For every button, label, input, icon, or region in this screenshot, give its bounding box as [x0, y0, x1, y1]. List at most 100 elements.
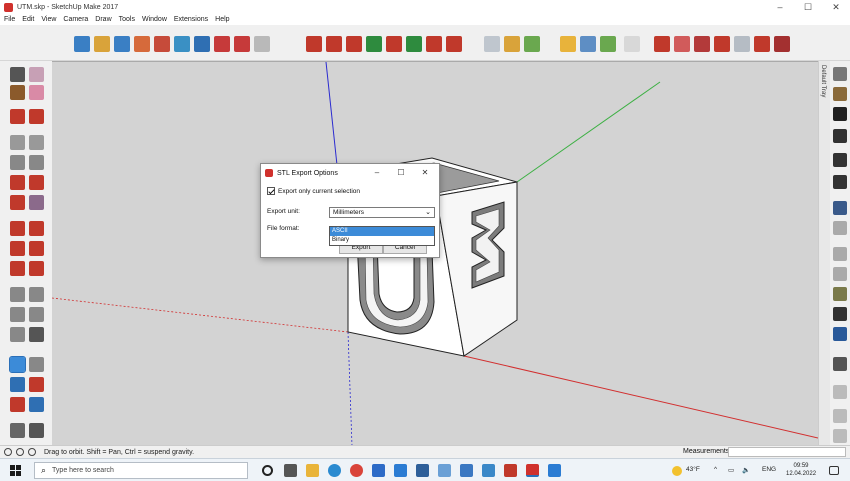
axes-tool-icon[interactable] — [174, 36, 190, 52]
pan-icon[interactable] — [29, 357, 44, 372]
menu-draw[interactable]: Draw — [95, 16, 111, 23]
tape-icon[interactable] — [10, 287, 25, 302]
notifications-icon[interactable] — [829, 466, 839, 475]
getting-started-icon[interactable] — [74, 36, 90, 52]
export-selection-checkbox[interactable] — [267, 187, 275, 195]
text-icon[interactable] — [29, 307, 44, 322]
scene-1-icon[interactable] — [833, 357, 847, 371]
geo-location-icon[interactable] — [4, 448, 12, 456]
warehouse-icon[interactable] — [654, 36, 670, 52]
extension-warehouse-icon[interactable] — [694, 36, 710, 52]
export-unit-select[interactable]: Millimeters ⌄ — [329, 207, 435, 218]
back-view-icon[interactable] — [386, 36, 402, 52]
style-5-icon[interactable] — [833, 287, 847, 301]
line-tool-icon[interactable] — [10, 109, 25, 124]
xray-icon[interactable] — [484, 36, 500, 52]
shaded-textures-icon[interactable] — [580, 36, 596, 52]
user-icon[interactable] — [28, 448, 36, 456]
front-view-icon[interactable] — [346, 36, 362, 52]
circle-icon[interactable] — [10, 155, 25, 170]
zoom-window-icon[interactable] — [29, 377, 44, 392]
scale-icon[interactable] — [10, 261, 25, 276]
side-house-icon[interactable] — [833, 153, 847, 167]
axes-icon[interactable] — [10, 327, 25, 342]
scene-3-icon[interactable] — [833, 409, 847, 423]
follow-me-icon[interactable] — [29, 241, 44, 256]
dimension-icon[interactable] — [134, 36, 150, 52]
push-pull-red-icon[interactable] — [29, 221, 44, 236]
style-2-icon[interactable] — [833, 221, 847, 235]
image-viewer-icon[interactable] — [482, 464, 495, 477]
import-icon[interactable] — [754, 36, 770, 52]
paint-bucket-icon[interactable] — [10, 85, 25, 100]
menu-file[interactable]: File — [4, 16, 15, 23]
wireframe-icon[interactable] — [524, 36, 540, 52]
offset-icon[interactable] — [29, 261, 44, 276]
file-explorer-icon[interactable] — [306, 464, 319, 477]
zoom-extents-icon[interactable] — [10, 397, 25, 412]
style-4-icon[interactable] — [833, 267, 847, 281]
dialog-close-button[interactable]: ✕ — [413, 166, 437, 180]
app-arrow-icon[interactable] — [372, 464, 385, 477]
scene-2-icon[interactable] — [833, 385, 847, 399]
back-edges-icon[interactable] — [504, 36, 520, 52]
windows-start-icon[interactable] — [10, 465, 21, 476]
format-option-ascii[interactable]: ASCII — [330, 227, 434, 236]
protractor-icon[interactable] — [10, 307, 25, 322]
close-button[interactable]: ✕ — [822, 0, 850, 14]
layout-icon[interactable] — [734, 36, 750, 52]
task-view-icon[interactable] — [284, 464, 297, 477]
dialog-maximize-button[interactable]: ☐ — [389, 166, 413, 180]
sandbox-icon[interactable] — [714, 36, 730, 52]
orbit-icon[interactable] — [9, 356, 26, 373]
two-point-arc-icon[interactable] — [10, 195, 25, 210]
push-pull-icon[interactable] — [29, 195, 44, 210]
eraser-pink-icon[interactable] — [29, 85, 44, 100]
arc-icon[interactable] — [10, 175, 25, 190]
network-icon[interactable]: ▭ — [728, 466, 734, 474]
style-1-icon[interactable] — [833, 201, 847, 215]
section-plane-icon[interactable] — [194, 36, 210, 52]
look-around-icon[interactable] — [29, 423, 44, 438]
cortana-icon[interactable] — [262, 465, 273, 476]
rotate-icon[interactable] — [10, 241, 25, 256]
freehand-icon[interactable] — [29, 109, 44, 124]
left-view-icon[interactable] — [406, 36, 422, 52]
style-3-icon[interactable] — [833, 247, 847, 261]
top-view-icon[interactable] — [326, 36, 342, 52]
move-icon[interactable] — [10, 221, 25, 236]
notepad-icon[interactable] — [438, 464, 451, 477]
component-right-icon[interactable] — [833, 87, 847, 101]
menu-camera[interactable]: Camera — [63, 16, 88, 23]
pie-icon[interactable] — [29, 175, 44, 190]
style-6-icon[interactable] — [833, 307, 847, 321]
menu-extensions[interactable]: Extensions — [174, 16, 208, 23]
tape-measure-icon[interactable] — [114, 36, 130, 52]
credits-icon[interactable] — [16, 448, 24, 456]
previous-view-icon[interactable] — [29, 397, 44, 412]
style-7-icon[interactable] — [833, 327, 847, 341]
iso-view-icon[interactable] — [306, 36, 322, 52]
maximize-button[interactable]: ☐ — [794, 0, 822, 14]
menu-tools[interactable]: Tools — [119, 16, 135, 23]
minimize-button[interactable]: – — [766, 0, 794, 14]
undo-icon[interactable] — [214, 36, 230, 52]
redo-icon[interactable] — [234, 36, 250, 52]
chrome-icon[interactable] — [350, 464, 363, 477]
dimensions-icon[interactable] — [29, 287, 44, 302]
shaded-icon[interactable] — [560, 36, 576, 52]
weather-icon[interactable] — [672, 466, 682, 476]
rotated-rectangle-icon[interactable] — [29, 135, 44, 150]
perspective-icon[interactable] — [446, 36, 462, 52]
teams-icon[interactable] — [504, 464, 517, 477]
language-indicator[interactable]: ENG — [762, 466, 776, 473]
position-camera-icon[interactable] — [10, 423, 25, 438]
house-icon[interactable] — [833, 107, 847, 121]
right-view-icon[interactable] — [366, 36, 382, 52]
format-option-binary[interactable]: Binary — [330, 236, 434, 245]
front-house-icon[interactable] — [833, 129, 847, 143]
monochrome-icon[interactable] — [600, 36, 616, 52]
mail-icon[interactable] — [394, 464, 407, 477]
volume-icon[interactable]: 🔈 — [742, 466, 750, 474]
sketchup-taskbar-icon[interactable] — [526, 464, 539, 477]
